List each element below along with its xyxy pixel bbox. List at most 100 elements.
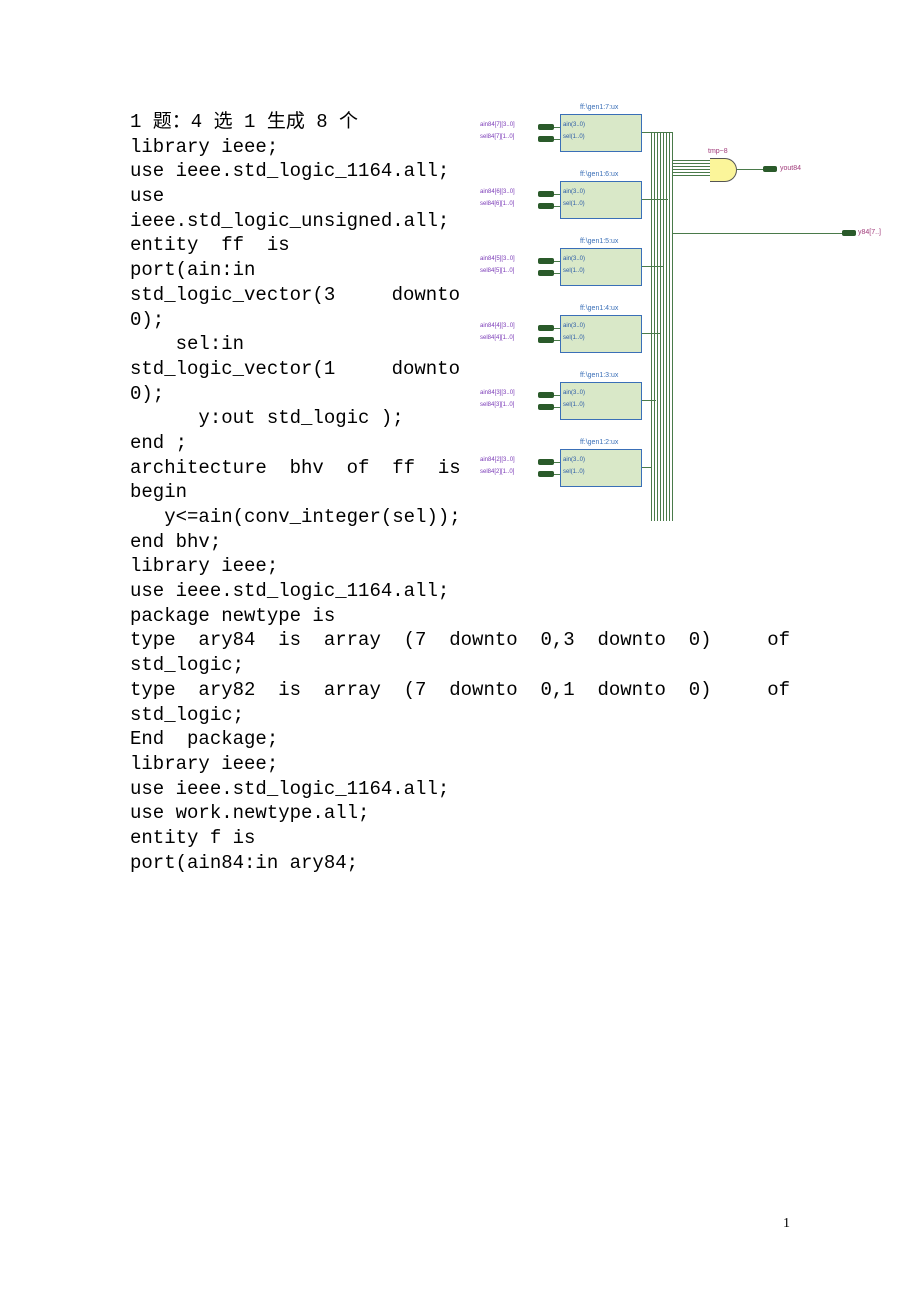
input-pin [538,136,554,142]
output-label: y84[7..] [858,229,881,236]
wire [554,395,560,396]
code-line: library ieee; [130,752,790,777]
internal-port-label: sel(1..0) [563,268,585,274]
input-pin [538,325,554,331]
input-pin [538,270,554,276]
internal-port-label: sel(1..0) [563,469,585,475]
bus-wire [660,132,661,521]
wire [672,166,710,167]
port-label: sel84[5][1..0] [480,268,514,274]
wire [737,169,763,170]
internal-port-label: ain(3..0) [563,323,585,329]
port-label: ain84[3][3..0] [480,390,515,396]
block-title: ff:\gen1:5:ux [580,238,618,245]
port-label: ain84[2][3..0] [480,457,515,463]
wire [554,474,560,475]
code-frag: downto [392,357,460,382]
mux-block [560,382,642,420]
bus-wire [666,132,667,521]
code-line: std_logic; [130,653,790,678]
internal-port-label: sel(1..0) [563,335,585,341]
and-gate [710,158,737,182]
output-pin [842,230,856,236]
wire [554,462,560,463]
output-pin [763,166,777,172]
wire [642,199,668,200]
block-title: ff:\gen1:4:ux [580,305,618,312]
wire [554,261,560,262]
bus-wire [669,132,670,521]
mux-block [560,181,642,219]
mux-block [560,449,642,487]
code-line: std_logic_vector(3 downto [130,283,460,308]
wire [554,328,560,329]
code-line: type ary82 is array (7 downto 0,1 downto… [130,678,790,703]
bus-wire [657,132,658,521]
code-line: entity f is [130,826,790,851]
input-pin [538,337,554,343]
internal-port-label: ain(3..0) [563,122,585,128]
wire [672,169,710,170]
block-title: ff:\gen1:7:ux [580,104,618,111]
mux-block [560,248,642,286]
port-label: ain84[7][3..0] [480,122,515,128]
code-frag: of [767,628,790,653]
port-label: sel84[7][1..0] [480,134,514,140]
wire [672,172,710,173]
wire [672,233,842,234]
code-line: port(ain84:in ary84; [130,851,790,876]
code-line: type ary84 is array (7 downto 0,3 downto… [130,628,790,653]
wire [672,160,710,161]
internal-port-label: sel(1..0) [563,402,585,408]
wire [554,194,560,195]
input-pin [538,124,554,130]
mux-block [560,114,642,152]
input-pin [538,203,554,209]
port-label: ain84[5][3..0] [480,256,515,262]
code-line: End package; [130,727,790,752]
bus-wire [654,132,655,521]
wire [554,206,560,207]
bus-wire [663,132,664,521]
code-frag: type ary82 is array (7 downto 0,1 downto… [130,678,712,703]
wire [554,127,560,128]
mux-block [560,315,642,353]
code-frag: of [767,678,790,703]
wire [554,139,560,140]
code-line: std_logic_vector(1 downto [130,357,460,382]
input-pin [538,459,554,465]
port-label: sel84[4][1..0] [480,335,514,341]
internal-port-label: ain(3..0) [563,189,585,195]
port-label: ain84[4][3..0] [480,323,515,329]
code-line: library ieee; [130,554,790,579]
code-line: use work.newtype.all; [130,801,790,826]
code-frag: downto [392,283,460,308]
internal-port-label: ain(3..0) [563,256,585,262]
internal-port-label: sel(1..0) [563,201,585,207]
output-label: yout84 [780,165,801,172]
code-line: end bhv; [130,530,790,555]
code-frag: type ary84 is array (7 downto 0,3 downto… [130,628,712,653]
internal-port-label: sel(1..0) [563,134,585,140]
gate-label: tmp~8 [708,148,728,155]
code-line: package newtype is [130,604,790,629]
code-line: std_logic; [130,703,790,728]
code-frag: std_logic_vector(1 [130,357,335,382]
internal-port-label: ain(3..0) [563,390,585,396]
wire [672,175,710,176]
code-line: use ieee.std_logic_1164.all; [130,777,790,802]
port-label: sel84[2][1..0] [480,469,514,475]
port-label: sel84[3][1..0] [480,402,514,408]
internal-port-label: ain(3..0) [563,457,585,463]
wire [672,163,710,164]
bus-wire [672,132,673,521]
block-title: ff:\gen1:2:ux [580,439,618,446]
wire [554,407,560,408]
port-label: sel84[6][1..0] [480,201,514,207]
wire [554,273,560,274]
input-pin [538,392,554,398]
input-pin [538,191,554,197]
port-label: ain84[6][3..0] [480,189,515,195]
page-number: 1 [783,1216,790,1232]
block-title: ff:\gen1:6:ux [580,171,618,178]
